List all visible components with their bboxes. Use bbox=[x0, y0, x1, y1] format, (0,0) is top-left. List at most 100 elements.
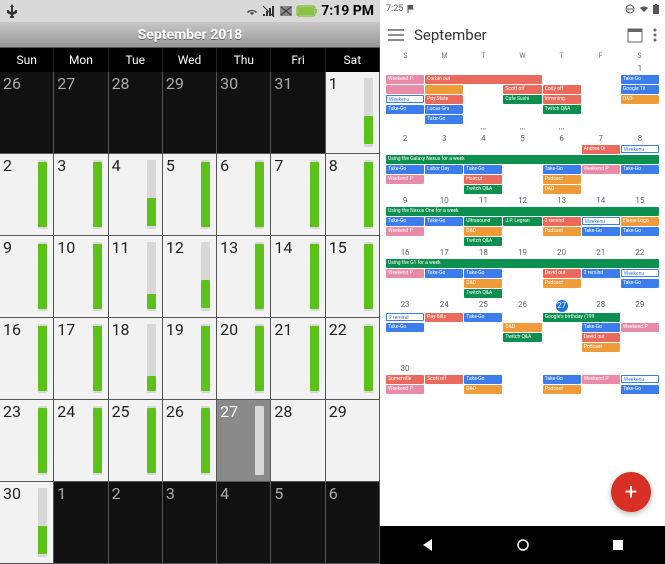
calendar-cell[interactable]: 5 bbox=[163, 154, 217, 236]
event-chip[interactable]: Weekend P bbox=[386, 75, 424, 84]
add-event-fab[interactable]: + bbox=[611, 472, 651, 512]
calendar-cell[interactable]: 20 bbox=[217, 318, 271, 400]
more-icon[interactable] bbox=[653, 28, 657, 42]
day-number-b[interactable]: 5 bbox=[503, 134, 541, 144]
day-number-b[interactable]: 22 bbox=[621, 248, 659, 258]
day-number-b[interactable] bbox=[503, 364, 541, 374]
day-number-b[interactable]: 24 bbox=[425, 300, 463, 310]
event-chip[interactable]: D&D bbox=[543, 185, 581, 194]
event-chip[interactable]: Take-Go bbox=[582, 323, 620, 332]
event-chip[interactable]: Take-Go bbox=[386, 217, 424, 226]
calendar-cell[interactable]: 18 bbox=[109, 318, 163, 400]
nav-recent-icon[interactable] bbox=[611, 538, 625, 552]
calendar-cell[interactable]: 3 bbox=[163, 482, 217, 564]
event-chip[interactable]: Weekend P bbox=[582, 165, 620, 174]
day-number-b[interactable] bbox=[464, 364, 502, 374]
today-icon[interactable] bbox=[627, 27, 643, 43]
day-number-b[interactable] bbox=[464, 64, 502, 74]
event-chip[interactable]: Take-Go bbox=[621, 165, 659, 174]
event-chip[interactable]: Take-Go bbox=[543, 375, 581, 384]
event-chip[interactable]: 2 remind bbox=[543, 217, 581, 226]
calendar-cell[interactable]: 31 bbox=[271, 72, 325, 154]
event-chip[interactable]: Weekend P bbox=[621, 323, 659, 332]
event-chip[interactable]: Podcast bbox=[543, 385, 581, 394]
day-number-b[interactable]: 7 bbox=[582, 134, 620, 144]
calendar-cell[interactable]: 7 bbox=[271, 154, 325, 236]
day-number-b[interactable]: 15 bbox=[621, 196, 659, 206]
event-chip[interactable]: Take-Go bbox=[582, 227, 620, 236]
event-chip[interactable]: Take-Go bbox=[425, 269, 463, 278]
calendar-cell[interactable]: 27 bbox=[217, 400, 271, 482]
calendar-cell[interactable]: 2 bbox=[109, 482, 163, 564]
event-chip[interactable]: Take-Go bbox=[386, 165, 424, 174]
calendar-cell[interactable]: 1 bbox=[54, 482, 108, 564]
calendar-cell[interactable]: 22 bbox=[326, 318, 380, 400]
event-chip[interactable]: Using the Nexus One for a week bbox=[386, 207, 659, 216]
event-chip[interactable]: Twitch Q&A bbox=[464, 237, 502, 246]
day-number-b[interactable]: 26 bbox=[503, 300, 541, 310]
event-chip[interactable]: trimming bbox=[543, 95, 581, 104]
day-number-b[interactable]: 14 bbox=[582, 196, 620, 206]
day-number-b[interactable]: 10 bbox=[425, 196, 463, 206]
event-chip[interactable]: D&D bbox=[621, 95, 659, 104]
event-chip[interactable]: Pay State bbox=[425, 95, 463, 104]
day-number-b[interactable] bbox=[425, 364, 463, 374]
calendar-cell[interactable]: 11 bbox=[109, 236, 163, 318]
day-number-b[interactable]: 8 bbox=[621, 134, 659, 144]
day-number-b[interactable]: 23 bbox=[386, 300, 424, 310]
event-chip[interactable]: Twitch Q&A bbox=[464, 289, 502, 298]
event-chip[interactable]: Lucas Gra bbox=[425, 105, 463, 114]
event-chip[interactable]: Pay Bills bbox=[425, 313, 463, 322]
day-number-b[interactable]: 17 bbox=[425, 248, 463, 258]
month-title-b[interactable]: September bbox=[414, 26, 617, 44]
day-number-b[interactable] bbox=[582, 64, 620, 74]
event-chip[interactable]: Take-Go bbox=[621, 75, 659, 84]
event-chip[interactable]: Podcast bbox=[543, 227, 581, 236]
event-chip[interactable]: Twitch Q&A bbox=[543, 105, 581, 114]
calendar-cell[interactable]: 6 bbox=[326, 482, 380, 564]
day-number-b[interactable]: 30 bbox=[386, 364, 424, 374]
calendar-cell[interactable]: 17 bbox=[54, 318, 108, 400]
event-chip[interactable]: Using the Galaxy Nexus for a week bbox=[386, 155, 659, 164]
event-chip[interactable]: Weekend P bbox=[386, 175, 424, 184]
day-number-b[interactable] bbox=[621, 364, 659, 374]
event-chip[interactable]: 2 remind bbox=[386, 313, 424, 321]
day-number-b[interactable]: 20 bbox=[543, 248, 581, 258]
day-number-b[interactable]: 28 bbox=[582, 300, 620, 310]
calendar-cell[interactable]: 1 bbox=[326, 72, 380, 154]
calendar-cell[interactable]: 8 bbox=[326, 154, 380, 236]
day-number-b[interactable]: 2 bbox=[386, 134, 424, 144]
event-chip[interactable]: Andrea Di bbox=[582, 145, 620, 154]
calendar-cell[interactable]: 21 bbox=[271, 318, 325, 400]
event-chip[interactable]: D&D bbox=[503, 323, 541, 332]
day-number-b[interactable]: 1 bbox=[621, 64, 659, 74]
day-number-b[interactable]: 18 bbox=[464, 248, 502, 258]
event-chip[interactable]: Take-Go bbox=[425, 217, 463, 226]
nav-back-icon[interactable] bbox=[420, 537, 436, 553]
calendar-cell[interactable]: 24 bbox=[54, 400, 108, 482]
event-chip[interactable]: Take-Go bbox=[621, 385, 659, 394]
event-chip[interactable]: D&D bbox=[464, 385, 502, 394]
event-chip[interactable]: J.P. Legran bbox=[503, 217, 541, 226]
calendar-cell[interactable]: 27 bbox=[54, 72, 108, 154]
event-chip[interactable]: Twitch Q&A bbox=[503, 333, 541, 342]
event-chip[interactable]: Weekenu bbox=[621, 375, 659, 383]
calendar-cell[interactable]: 3 bbox=[54, 154, 108, 236]
day-number-b[interactable]: 3 bbox=[425, 134, 463, 144]
event-chip[interactable]: Take-Go bbox=[386, 105, 424, 114]
event-chip[interactable]: Twitch Q&A bbox=[464, 185, 502, 194]
calendar-cell[interactable]: 25 bbox=[109, 400, 163, 482]
calendar-cell[interactable]: 19 bbox=[163, 318, 217, 400]
calendar-cell[interactable]: 13 bbox=[217, 236, 271, 318]
event-chip[interactable]: Weekenu bbox=[621, 145, 659, 153]
day-number-b[interactable] bbox=[543, 64, 581, 74]
event-chip[interactable]: Podcast bbox=[543, 175, 581, 184]
event-chip[interactable]: Take-Go bbox=[464, 375, 502, 384]
event-chip[interactable]: Take-Go bbox=[425, 115, 463, 124]
calendar-cell[interactable]: 9 bbox=[0, 236, 54, 318]
event-chip[interactable]: David out bbox=[582, 333, 620, 342]
calendar-cell[interactable]: 14 bbox=[271, 236, 325, 318]
event-chip[interactable]: Scott off bbox=[503, 85, 541, 94]
menu-icon[interactable] bbox=[388, 29, 404, 41]
event-chip[interactable]: Weekenu bbox=[621, 269, 659, 277]
